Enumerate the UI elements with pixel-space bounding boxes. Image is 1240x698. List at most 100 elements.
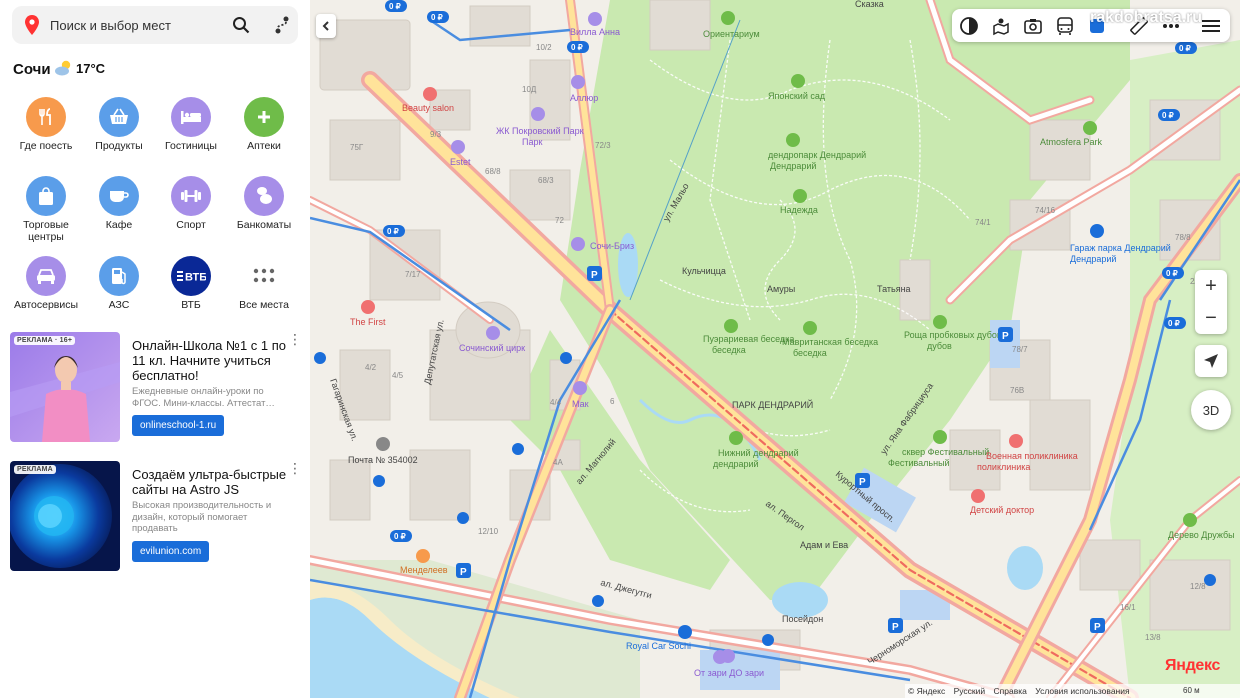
my-location-button[interactable]: [1195, 345, 1227, 377]
svg-text:0 ₽: 0 ₽: [1179, 44, 1191, 53]
svg-text:Гараж парка Дендрарий: Гараж парка Дендрарий: [1070, 243, 1171, 253]
svg-text:0 ₽: 0 ₽: [571, 43, 583, 52]
route-icon[interactable]: [270, 14, 294, 36]
svg-text:сквер Фестивальный: сквер Фестивальный: [902, 447, 989, 457]
svg-text:P: P: [591, 270, 598, 281]
copyright-link[interactable]: © Яндекс: [908, 686, 945, 696]
ad-image-school: РЕКЛАМА · 16+: [10, 332, 120, 442]
svg-text:The First: The First: [350, 317, 386, 327]
scale-label: 60 м: [1183, 686, 1200, 695]
svg-text:16/1: 16/1: [1120, 603, 1136, 612]
search-icon[interactable]: [230, 14, 252, 36]
svg-text:Адам и Ева: Адам и Ева: [800, 540, 848, 550]
category-malls[interactable]: Торговые центры: [9, 176, 83, 243]
car-icon: [26, 256, 66, 296]
fork-knife-icon: [26, 97, 66, 137]
svg-text:74/16: 74/16: [1035, 206, 1056, 215]
dumbbell-icon: [171, 176, 211, 216]
temperature: 17°C: [76, 61, 106, 76]
search-input[interactable]: [50, 14, 220, 36]
map-canvas[interactable]: Курортный просп. ул. Яна Фабрициуса Черн…: [310, 0, 1240, 698]
svg-text:Военная поликлиника: Военная поликлиника: [986, 451, 1078, 461]
category-atm[interactable]: Банкоматы: [227, 176, 301, 231]
svg-text:ВТБ: ВТБ: [185, 272, 206, 284]
category-vtb[interactable]: ВТБ ВТБ: [154, 256, 228, 311]
fuel-pump-icon: [99, 256, 139, 296]
basket-icon: [99, 97, 139, 137]
svg-text:76В: 76В: [1010, 386, 1024, 395]
svg-text:Японский сад: Японский сад: [768, 91, 826, 101]
svg-text:Пуэрариевая беседка: Пуэрариевая беседка: [703, 334, 794, 344]
more-vertical-icon[interactable]: ⋮: [288, 461, 302, 475]
partly-cloudy-icon: [54, 59, 74, 82]
ad-card-2[interactable]: РЕКЛАМА Создаём ультра-быстрые сайты на …: [10, 461, 302, 573]
category-groceries[interactable]: Продукты: [82, 97, 156, 152]
camera-icon[interactable]: [1022, 15, 1044, 37]
svg-text:Вилла Анна: Вилла Анна: [570, 27, 620, 37]
collapse-sidebar-button[interactable]: [316, 14, 336, 38]
svg-text:74/1: 74/1: [975, 218, 991, 227]
layers-icon[interactable]: [958, 15, 980, 37]
category-pharmacy[interactable]: Аптеки: [227, 97, 301, 152]
svg-text:78/8: 78/8: [1175, 233, 1191, 242]
panorama-icon[interactable]: [990, 15, 1012, 37]
svg-text:беседка: беседка: [793, 348, 827, 358]
category-cafe[interactable]: Кафе: [82, 176, 156, 231]
svg-text:4A: 4A: [553, 458, 563, 467]
svg-text:4/2: 4/2: [365, 363, 377, 372]
watermark: rakdobratsa.ru: [1090, 9, 1203, 26]
svg-text:78/7: 78/7: [1012, 345, 1028, 354]
terms-link[interactable]: Условия использования: [1035, 686, 1129, 696]
ad-title[interactable]: Онлайн-Школа №1 с 1 по 11 кл. Начните уч…: [132, 338, 288, 383]
zoom-controls: + −: [1195, 270, 1227, 334]
chevron-left-icon: [322, 21, 329, 31]
category-gas-station[interactable]: АЗС: [82, 256, 156, 311]
bus-icon[interactable]: [1054, 15, 1076, 37]
svg-text:поликлиника: поликлиника: [977, 462, 1030, 472]
svg-text:Посейдон: Посейдон: [782, 614, 823, 624]
svg-text:дендрарий: дендрарий: [713, 459, 759, 469]
svg-text:Сочи-Бриз: Сочи-Бриз: [590, 241, 634, 251]
search-box: [12, 6, 298, 44]
category-food[interactable]: Где поесть: [9, 97, 83, 152]
svg-text:0 ₽: 0 ₽: [389, 2, 401, 11]
city-name: Сочи: [13, 61, 51, 78]
ad-card-1[interactable]: РЕКЛАМА · 16+ Онлайн-Школа №1 с 1 по 11 …: [10, 332, 302, 444]
plus-icon: [244, 97, 284, 137]
svg-text:0 ₽: 0 ₽: [431, 13, 443, 22]
more-vertical-icon[interactable]: ⋮: [288, 332, 302, 346]
zoom-out-button[interactable]: −: [1195, 302, 1227, 334]
shopping-bag-icon: [26, 176, 66, 216]
pond: [1007, 546, 1043, 590]
category-sport[interactable]: Спорт: [154, 176, 228, 231]
svg-text:P: P: [892, 622, 899, 633]
svg-text:Кульчицца: Кульчицца: [682, 266, 726, 276]
svg-text:Аллюр: Аллюр: [570, 93, 598, 103]
svg-text:72: 72: [555, 216, 564, 225]
svg-text:Парк: Парк: [522, 137, 542, 147]
svg-text:Сказка: Сказка: [855, 0, 884, 9]
category-hotels[interactable]: Гостиницы: [154, 97, 228, 152]
ad-description: Ежедневные онлайн-уроки по ФГОС. Мини-кл…: [132, 386, 275, 409]
category-all-places[interactable]: Все места: [227, 256, 301, 311]
svg-text:Мавританская беседка: Мавританская беседка: [782, 337, 878, 347]
svg-text:Менделеев: Менделеев: [400, 565, 448, 575]
svg-text:беседка: беседка: [712, 345, 746, 355]
svg-text:12/10: 12/10: [478, 527, 499, 536]
svg-text:10Д: 10Д: [522, 85, 537, 94]
ad-description: Высокая производительность и дизайн, кот…: [132, 500, 272, 534]
ad-url-button[interactable]: onlineschool-1.ru: [132, 415, 225, 436]
ad-url-button[interactable]: evilunion.com: [132, 541, 210, 562]
svg-text:дендропарк Дендрарий: дендропарк Дендрарий: [768, 150, 866, 160]
ad-title[interactable]: Создаём ультра-быстрые сайты на Astro JS: [132, 467, 288, 497]
help-link[interactable]: Справка: [994, 686, 1027, 696]
3d-toggle-button[interactable]: 3D: [1191, 390, 1231, 430]
menu-icon[interactable]: [1200, 15, 1222, 37]
svg-text:75Г: 75Г: [350, 143, 364, 152]
svg-text:Beauty salon: Beauty salon: [402, 103, 454, 113]
svg-text:Надежда: Надежда: [780, 205, 818, 215]
language-switch[interactable]: Русский: [954, 686, 986, 696]
category-car-service[interactable]: Автосервисы: [9, 256, 83, 311]
zoom-in-button[interactable]: +: [1195, 270, 1227, 302]
svg-text:12/8: 12/8: [1190, 582, 1206, 591]
